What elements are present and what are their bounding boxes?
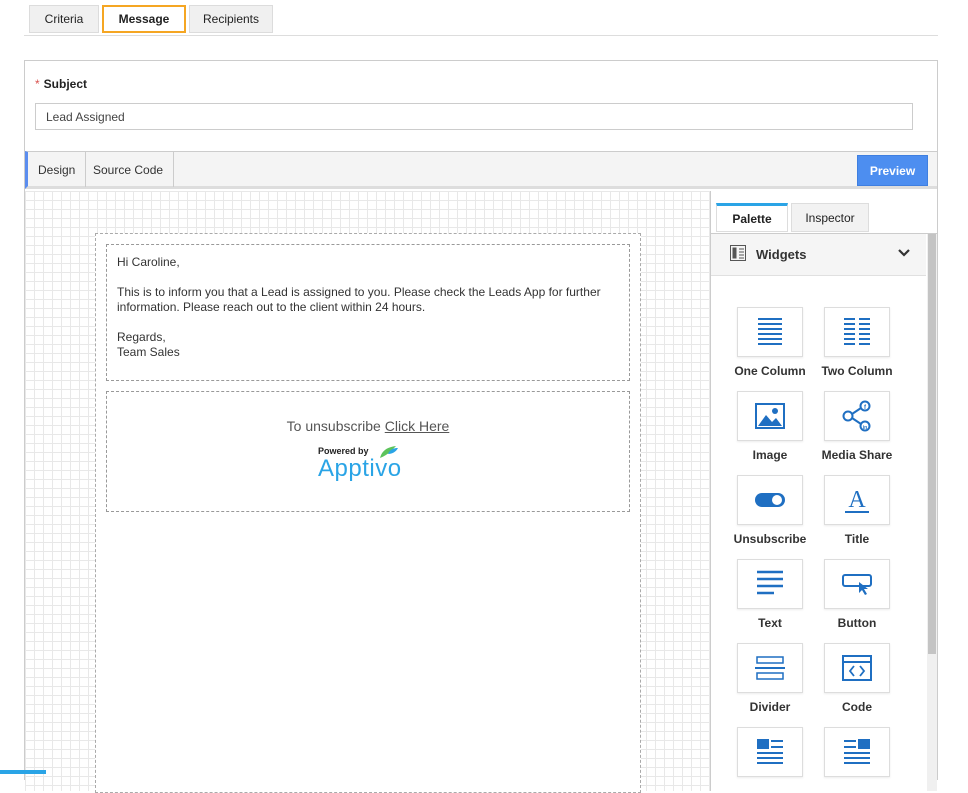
unsubscribe-link[interactable]: Click Here xyxy=(385,418,450,434)
tab-criteria[interactable]: Criteria xyxy=(29,5,99,33)
message-panel: *Subject Design Source Code Preview Hi C… xyxy=(24,60,938,793)
widgets-header[interactable]: Widgets xyxy=(711,234,926,276)
tab-design[interactable]: Design xyxy=(28,152,87,187)
image-icon xyxy=(755,403,785,429)
widget-divider[interactable]: Divider xyxy=(730,643,810,714)
widgets-icon xyxy=(730,245,746,261)
widget-image-text[interactable] xyxy=(730,727,810,784)
svg-text:A: A xyxy=(848,487,866,513)
scrollbar[interactable] xyxy=(927,234,937,791)
chevron-down-icon[interactable] xyxy=(897,247,911,259)
title-icon: A xyxy=(845,487,869,513)
widget-code[interactable]: Code xyxy=(817,643,897,714)
email-footer-block[interactable]: To unsubscribe Click Here Powered by App… xyxy=(106,391,630,512)
preview-button[interactable]: Preview xyxy=(857,155,928,186)
side-tabs: Palette Inspector xyxy=(711,191,937,234)
text-image-icon xyxy=(844,739,870,764)
tab-palette[interactable]: Palette xyxy=(716,203,788,232)
widget-text-image[interactable] xyxy=(817,727,897,784)
powered-by-logo: Powered by Apptivo xyxy=(318,446,418,482)
widget-title[interactable]: A Title xyxy=(817,475,897,546)
image-text-icon xyxy=(757,739,783,764)
widget-unsubscribe[interactable]: Unsubscribe xyxy=(730,475,810,546)
subject-input[interactable] xyxy=(35,103,913,130)
tab-message[interactable]: Message xyxy=(102,5,186,33)
email-body-line2: information. Please reach out to the cli… xyxy=(117,300,426,314)
two-column-icon xyxy=(844,318,870,345)
tab-source-code[interactable]: Source Code xyxy=(83,152,175,187)
widget-button[interactable]: Button xyxy=(817,559,897,630)
design-canvas: Hi Caroline, This is to inform you that … xyxy=(25,191,710,793)
leaf-icon xyxy=(380,446,398,458)
tab-recipients[interactable]: Recipients xyxy=(189,5,273,33)
widget-two-column[interactable]: Two Column xyxy=(817,307,897,378)
widget-text[interactable]: Text xyxy=(730,559,810,630)
side-panel: Palette Inspector Widgets One Column Two… xyxy=(710,191,937,791)
one-column-icon xyxy=(758,318,782,345)
unsubscribe-line: To unsubscribe Click Here xyxy=(286,418,450,434)
widget-image[interactable]: Image xyxy=(730,391,810,462)
subject-label: * Subject xyxy=(35,77,88,91)
widget-one-column[interactable]: One Column xyxy=(730,307,810,378)
email-closing: Regards, xyxy=(117,330,166,344)
text-icon xyxy=(757,570,783,595)
divider-icon xyxy=(755,656,785,680)
email-signature: Team Sales xyxy=(117,345,180,359)
bottom-accent-strip xyxy=(0,770,46,774)
email-greeting: Hi Caroline, xyxy=(117,255,180,269)
button-icon xyxy=(842,574,872,595)
scroll-thumb[interactable] xyxy=(928,234,936,654)
svg-text:in: in xyxy=(863,425,867,431)
top-tabs: Criteria Message Recipients xyxy=(24,4,938,36)
email-body-block[interactable]: Hi Caroline, This is to inform you that … xyxy=(106,244,630,381)
email-document: Hi Caroline, This is to inform you that … xyxy=(95,233,641,793)
toggle-icon xyxy=(755,493,785,507)
widget-media-share[interactable]: f in Media Share xyxy=(817,391,897,462)
tab-inspector[interactable]: Inspector xyxy=(791,203,869,232)
email-body-line1: This is to inform you that a Lead is ass… xyxy=(117,285,601,299)
required-marker: * xyxy=(35,77,40,91)
editor-toolbar: Design Source Code Preview xyxy=(25,151,937,189)
media-share-icon: f in xyxy=(842,400,871,432)
code-icon xyxy=(842,655,872,681)
